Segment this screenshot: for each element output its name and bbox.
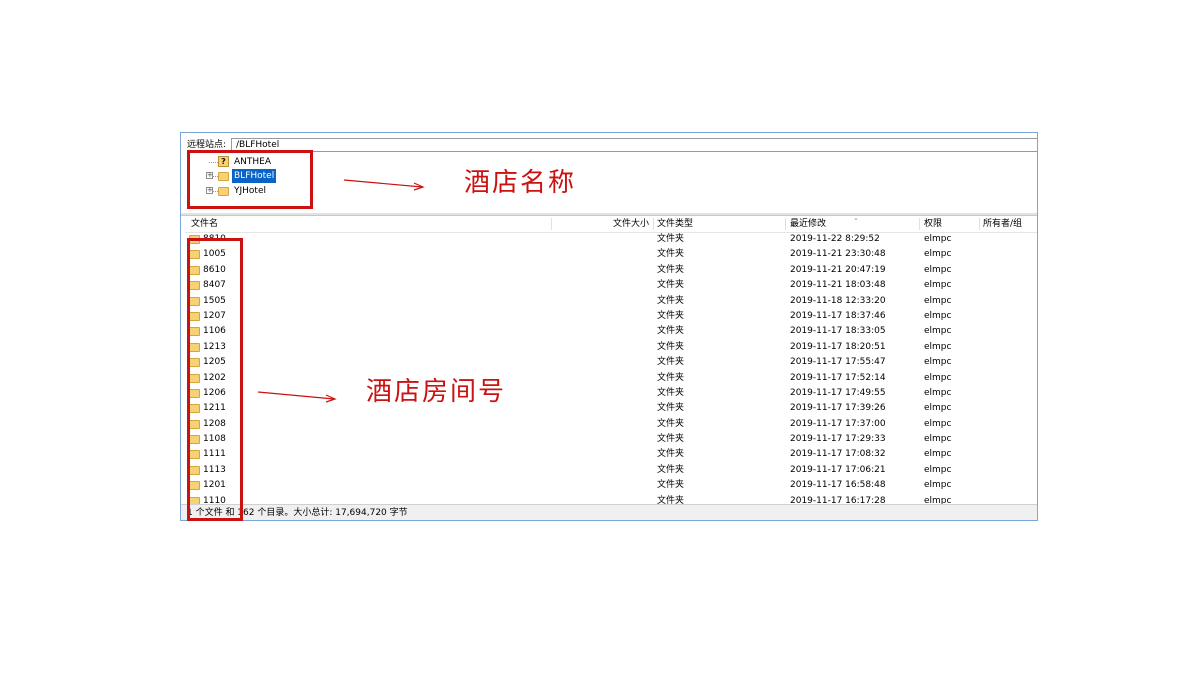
permissions-cell: elmpc bbox=[924, 434, 952, 445]
permissions-cell: elmpc bbox=[924, 249, 952, 260]
file-type-cell: 文件夹 bbox=[657, 418, 685, 429]
permissions-cell: elmpc bbox=[924, 480, 952, 491]
modified-cell: 2019-11-22 8:29:52 bbox=[790, 234, 880, 244]
file-type-cell: 文件夹 bbox=[657, 326, 685, 337]
table-row[interactable]: 1208 文件夹 2019-11-17 17:37:00 elmpc bbox=[185, 417, 1037, 432]
column-divider[interactable] bbox=[653, 218, 654, 230]
table-row[interactable]: 1111 文件夹 2019-11-17 17:08:32 elmpc bbox=[185, 447, 1037, 462]
table-row[interactable]: 1113 文件夹 2019-11-17 17:06:21 elmpc bbox=[185, 463, 1037, 478]
modified-cell: 2019-11-21 23:30:48 bbox=[790, 249, 886, 260]
modified-cell: 2019-11-18 12:33:20 bbox=[790, 295, 886, 306]
table-row[interactable]: 1213 文件夹 2019-11-17 18:20:51 elmpc bbox=[185, 340, 1037, 355]
file-type-cell: 文件夹 bbox=[657, 464, 685, 475]
file-type-cell: 文件夹 bbox=[657, 310, 685, 321]
file-type-cell: 文件夹 bbox=[657, 234, 685, 244]
column-header-name[interactable]: 文件名 bbox=[191, 216, 218, 232]
modified-cell: 2019-11-17 17:39:26 bbox=[790, 403, 886, 414]
permissions-cell: elmpc bbox=[924, 234, 952, 244]
table-row[interactable]: 8610 文件夹 2019-11-21 20:47:19 elmpc bbox=[185, 263, 1037, 278]
column-header-permissions[interactable]: 权限 bbox=[924, 216, 942, 232]
table-row[interactable]: 8810 文件夹 2019-11-22 8:29:52 elmpc bbox=[185, 232, 1037, 247]
file-type-cell: 文件夹 bbox=[657, 480, 685, 491]
file-type-cell: 文件夹 bbox=[657, 357, 685, 368]
permissions-cell: elmpc bbox=[924, 341, 952, 352]
column-header-type[interactable]: 文件类型 bbox=[657, 216, 693, 232]
file-list: 8810 文件夹 2019-11-22 8:29:52 elmpc 1005 文件夹 201… bbox=[185, 232, 1037, 505]
file-list-header: 文件名 文件大小 文件类型 最近修改 ⌄ 权限 所有者/组 bbox=[185, 214, 1037, 233]
table-row[interactable]: 8407 文件夹 2019-11-21 18:03:48 elmpc bbox=[185, 278, 1037, 293]
table-row[interactable]: 1005 文件夹 2019-11-21 23:30:48 elmpc bbox=[185, 247, 1037, 262]
table-row[interactable]: 1207 文件夹 2019-11-17 18:37:46 elmpc bbox=[185, 309, 1037, 324]
room-number-annotation: 酒店房间号 bbox=[366, 377, 507, 407]
permissions-cell: elmpc bbox=[924, 310, 952, 321]
file-type-cell: 文件夹 bbox=[657, 280, 685, 291]
table-row[interactable]: 1205 文件夹 2019-11-17 17:55:47 elmpc bbox=[185, 355, 1037, 370]
column-header-owner[interactable]: 所有者/组 bbox=[983, 216, 1022, 232]
permissions-cell: elmpc bbox=[924, 295, 952, 306]
modified-cell: 2019-11-21 18:03:48 bbox=[790, 280, 886, 291]
modified-cell: 2019-11-17 18:33:05 bbox=[790, 326, 886, 337]
modified-cell: 2019-11-17 17:55:47 bbox=[790, 357, 886, 368]
column-header-modified[interactable]: 最近修改 bbox=[790, 216, 826, 232]
room-number-highlight-box bbox=[187, 238, 243, 521]
permissions-cell: elmpc bbox=[924, 418, 952, 429]
modified-cell: 2019-11-17 17:37:00 bbox=[790, 418, 886, 429]
table-row[interactable]: 1108 文件夹 2019-11-17 17:29:33 elmpc bbox=[185, 432, 1037, 447]
modified-cell: 2019-11-17 17:49:55 bbox=[790, 387, 886, 398]
remote-path-input[interactable]: /BLFHotel bbox=[231, 138, 1037, 152]
modified-cell: 2019-11-17 18:20:51 bbox=[790, 341, 886, 352]
file-type-cell: 文件夹 bbox=[657, 387, 685, 398]
sort-descending-icon: ⌄ bbox=[853, 214, 859, 222]
modified-cell: 2019-11-17 18:37:46 bbox=[790, 310, 886, 321]
file-type-cell: 文件夹 bbox=[657, 372, 685, 383]
arrow-icon bbox=[343, 179, 425, 191]
column-header-size[interactable]: 文件大小 bbox=[613, 216, 649, 232]
permissions-cell: elmpc bbox=[924, 403, 952, 414]
permissions-cell: elmpc bbox=[924, 357, 952, 368]
permissions-cell: elmpc bbox=[924, 464, 952, 475]
file-type-cell: 文件夹 bbox=[657, 264, 685, 275]
table-row[interactable]: 1505 文件夹 2019-11-18 12:33:20 elmpc bbox=[185, 294, 1037, 309]
column-divider[interactable] bbox=[919, 218, 920, 230]
file-type-cell: 文件夹 bbox=[657, 341, 685, 352]
modified-cell: 2019-11-17 17:06:21 bbox=[790, 464, 886, 475]
permissions-cell: elmpc bbox=[924, 280, 952, 291]
modified-cell: 2019-11-17 16:58:48 bbox=[790, 480, 886, 491]
permissions-cell: elmpc bbox=[924, 326, 952, 337]
file-type-cell: 文件夹 bbox=[657, 449, 685, 460]
hotel-name-annotation: 酒店名称 bbox=[464, 168, 577, 198]
table-row[interactable]: 1202 文件夹 2019-11-17 17:52:14 elmpc bbox=[185, 371, 1037, 386]
table-row[interactable]: 1106 文件夹 2019-11-17 18:33:05 elmpc bbox=[185, 324, 1037, 339]
permissions-cell: elmpc bbox=[924, 372, 952, 383]
file-type-cell: 文件夹 bbox=[657, 403, 685, 414]
file-type-cell: 文件夹 bbox=[657, 434, 685, 445]
status-bar: 1 个文件 和 162 个目录。大小总计: 17,694,720 字节 bbox=[181, 504, 1037, 520]
permissions-cell: elmpc bbox=[924, 449, 952, 460]
arrow-icon bbox=[257, 391, 337, 403]
file-type-cell: 文件夹 bbox=[657, 249, 685, 260]
permissions-cell: elmpc bbox=[924, 387, 952, 398]
modified-cell: 2019-11-17 17:52:14 bbox=[790, 372, 886, 383]
modified-cell: 2019-11-21 20:47:19 bbox=[790, 264, 886, 275]
hotel-name-highlight-box bbox=[187, 150, 313, 209]
column-divider[interactable] bbox=[551, 218, 552, 230]
modified-cell: 2019-11-17 17:08:32 bbox=[790, 449, 886, 460]
table-row[interactable]: 1201 文件夹 2019-11-17 16:58:48 elmpc bbox=[185, 478, 1037, 493]
column-divider[interactable] bbox=[785, 218, 786, 230]
file-type-cell: 文件夹 bbox=[657, 295, 685, 306]
modified-cell: 2019-11-17 17:29:33 bbox=[790, 434, 886, 445]
permissions-cell: elmpc bbox=[924, 264, 952, 275]
column-divider[interactable] bbox=[979, 218, 980, 230]
